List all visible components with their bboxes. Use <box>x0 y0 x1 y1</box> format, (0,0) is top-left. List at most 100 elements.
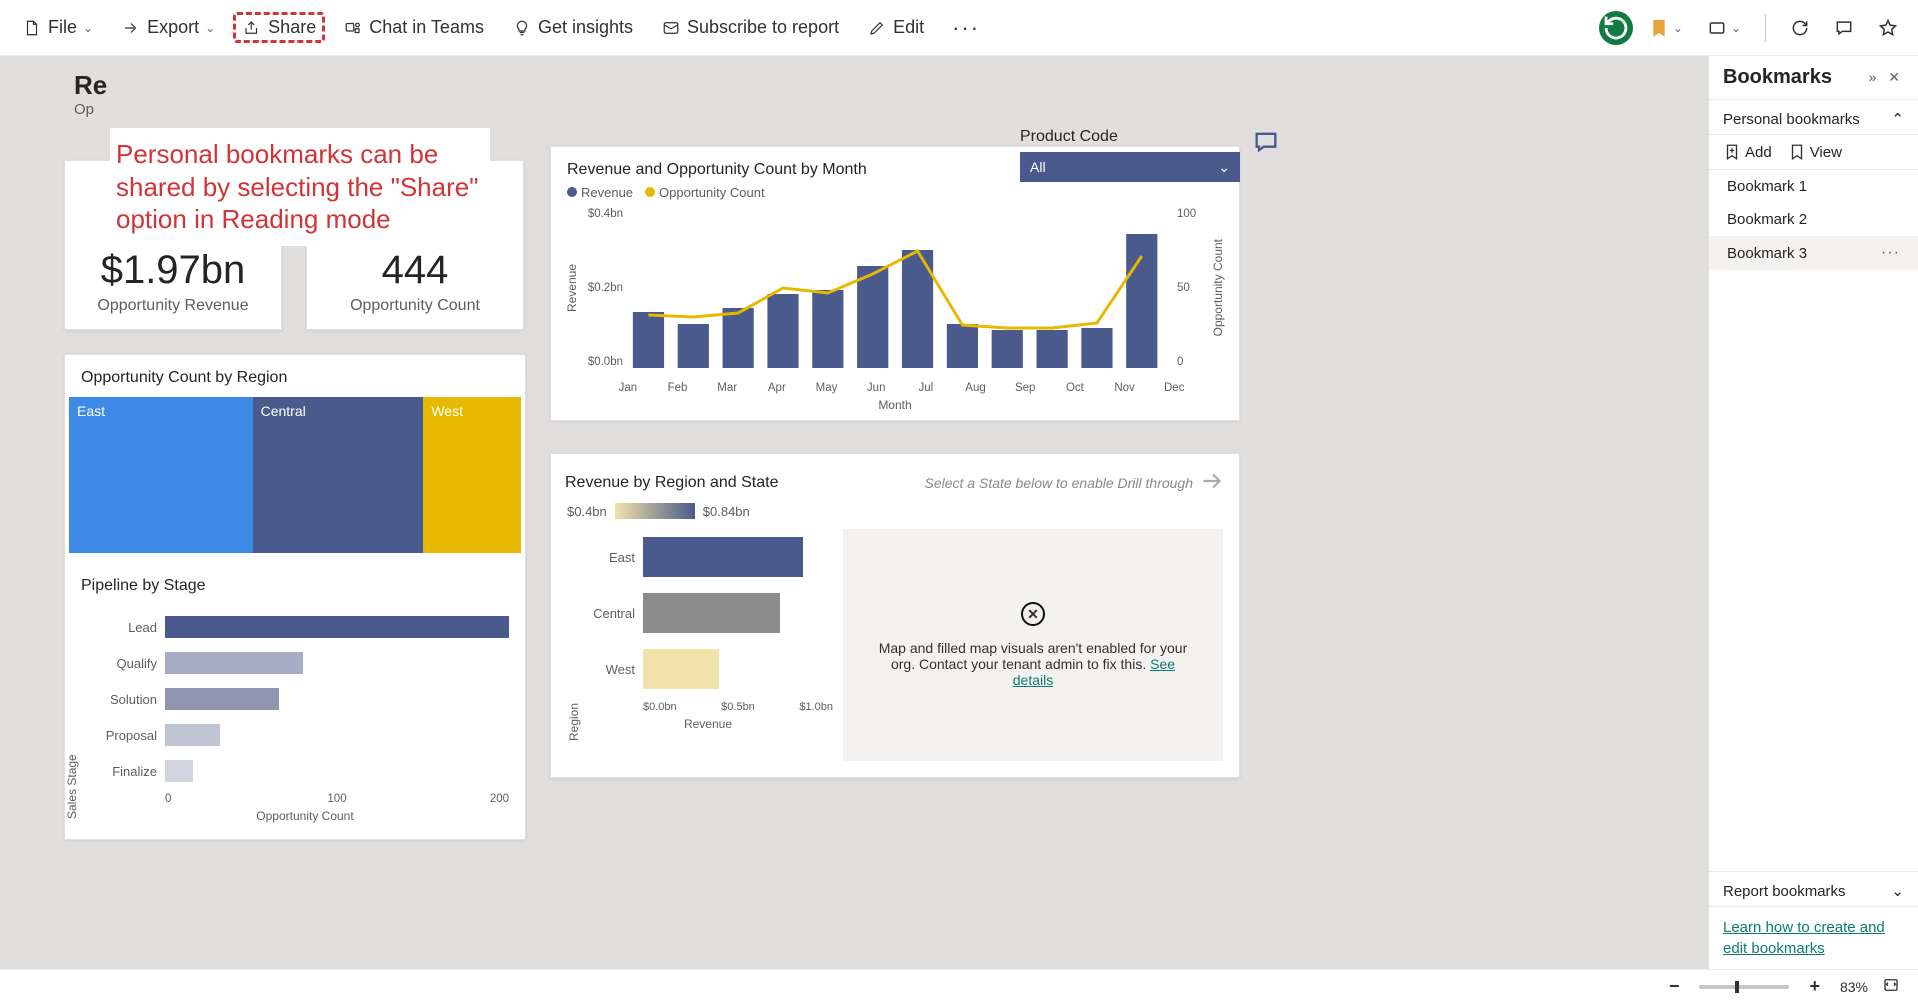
bar-label: Finalize <box>101 764 157 779</box>
axis-tick: $0.5bn <box>706 701 769 713</box>
treemap-cell-east[interactable]: East <box>69 397 253 553</box>
slicer-product-code: Product Code All ⌄ <box>1020 128 1240 182</box>
zoom-slider[interactable] <box>1699 985 1789 989</box>
axis-tick: $0.0bn <box>579 356 623 368</box>
subscribe-button[interactable]: Subscribe to report <box>651 11 849 44</box>
axis-tick: Feb <box>653 382 703 394</box>
treemap-cell-west[interactable]: West <box>423 397 521 553</box>
legend-dot-revenue <box>567 187 577 197</box>
bar-label: Proposal <box>101 728 157 743</box>
file-label: File <box>48 17 77 38</box>
insights-label: Get insights <box>538 17 633 38</box>
axis-tick: 50 <box>1177 282 1211 294</box>
slicer-value: All <box>1030 159 1218 175</box>
zoom-level: 83% <box>1840 979 1868 995</box>
report-canvas-area[interactable]: Personal bookmarks can be shared by sele… <box>0 56 1708 969</box>
zoom-thumb[interactable] <box>1735 981 1739 993</box>
zoom-out-button[interactable]: − <box>1663 976 1686 997</box>
slicer-dropdown[interactable]: All ⌄ <box>1020 152 1240 182</box>
page-subtitle: Op <box>74 101 526 118</box>
axis-tick: 0 <box>1177 356 1211 368</box>
bar-fill[interactable] <box>165 688 279 710</box>
subscribe-label: Subscribe to report <box>687 17 839 38</box>
bookmark-view-icon <box>1788 143 1806 161</box>
y-axis-title: Sales Stage <box>65 601 85 839</box>
y-axis-title: Region <box>567 529 583 761</box>
share-button[interactable]: Share <box>233 12 325 43</box>
x-axis-title: Revenue <box>583 717 833 731</box>
axis-tick: Aug <box>951 382 1001 394</box>
refresh-button[interactable] <box>1782 12 1818 44</box>
edit-button[interactable]: Edit <box>857 11 934 44</box>
close-pane-button[interactable]: ✕ <box>1884 69 1904 85</box>
status-bar: − + 83% <box>0 969 1918 1003</box>
bookmarks-help-link[interactable]: Learn how to create and edit bookmarks <box>1723 919 1885 957</box>
bookmark-item[interactable]: Bookmark 2 <box>1709 203 1918 236</box>
bar-fill[interactable] <box>643 649 719 689</box>
map-error-text: Map and filled map visuals aren't enable… <box>879 640 1188 672</box>
y2-axis-title: Opportunity Count <box>1211 239 1225 336</box>
chevron-down-icon: ⌄ <box>1673 21 1683 35</box>
axis-tick: Jun <box>851 382 901 394</box>
drill-hint: Select a State below to enable Drill thr… <box>925 475 1194 491</box>
region-state-visual[interactable]: Revenue by Region and State Select a Sta… <box>550 453 1240 778</box>
report-bookmarks-section[interactable]: Report bookmarks ⌄ <box>1709 872 1918 906</box>
bookmark-item[interactable]: Bookmark 3··· <box>1709 236 1918 270</box>
export-icon <box>121 18 141 38</box>
favorite-button[interactable] <box>1870 12 1906 44</box>
x-axis-title: Month <box>551 398 1239 412</box>
command-bar: File ⌄ Export ⌄ Share Chat in Teams <box>0 0 1918 56</box>
chevron-down-icon: ⌄ <box>1731 21 1741 35</box>
axis-tick: May <box>802 382 852 394</box>
section-label: Report bookmarks <box>1723 883 1891 900</box>
export-menu[interactable]: Export ⌄ <box>111 11 225 44</box>
chevron-down-icon: ⌄ <box>83 21 93 35</box>
x-axis-title: Opportunity Count <box>101 809 509 823</box>
treemap-cell-central[interactable]: Central <box>253 397 424 553</box>
bar-fill[interactable] <box>643 593 780 633</box>
legend-label: Opportunity Count <box>659 185 765 200</box>
combo-plot-area[interactable] <box>627 208 1173 368</box>
bar-fill[interactable] <box>165 760 193 782</box>
combo-chart-visual[interactable]: Revenue and Opportunity Count by Month R… <box>550 146 1240 421</box>
more-menu[interactable]: ··· <box>942 9 990 47</box>
view-mode-button[interactable]: ⌄ <box>1699 12 1749 44</box>
bar-fill[interactable] <box>165 652 303 674</box>
expand-pane-button[interactable]: » <box>1865 69 1881 85</box>
bar-label: Lead <box>101 620 157 635</box>
file-menu[interactable]: File ⌄ <box>12 11 103 44</box>
axis-tick: Dec <box>1149 382 1199 394</box>
chat-teams-button[interactable]: Chat in Teams <box>333 11 494 44</box>
share-icon <box>242 18 262 38</box>
kpi-value: $1.97bn <box>101 248 246 293</box>
chevron-down-icon: ⌄ <box>1891 882 1904 900</box>
bookmark-add-button[interactable]: Add <box>1723 143 1772 161</box>
bookmark-add-icon <box>1723 143 1741 161</box>
bar-label: Central <box>583 606 635 621</box>
bookmark-name: Bookmark 2 <box>1727 211 1900 228</box>
reset-button[interactable] <box>1599 11 1633 45</box>
bookmark-toggle-button[interactable]: ⌄ <box>1641 12 1691 44</box>
bar-fill[interactable] <box>165 724 220 746</box>
more-icon[interactable]: ··· <box>1881 244 1900 262</box>
comment-button[interactable] <box>1826 12 1862 44</box>
y-axis-title: Revenue <box>565 264 579 312</box>
bar-label: Solution <box>101 692 157 707</box>
insights-button[interactable]: Get insights <box>502 11 643 44</box>
zoom-in-button[interactable]: + <box>1803 976 1826 997</box>
comment-icon[interactable] <box>1252 128 1280 159</box>
personal-bookmarks-section[interactable]: Personal bookmarks ⌃ <box>1709 99 1918 134</box>
axis-tick: 100 <box>1177 208 1211 220</box>
axis-tick: Nov <box>1100 382 1150 394</box>
axis-tick: Jan <box>603 382 653 394</box>
chevron-down-icon: ⌄ <box>205 21 215 35</box>
bar-fill[interactable] <box>643 537 803 577</box>
bookmark-item[interactable]: Bookmark 1 <box>1709 170 1918 203</box>
treemap-visual[interactable]: Opportunity Count by Region East Central… <box>64 354 526 840</box>
fit-to-page-button[interactable] <box>1882 976 1900 997</box>
lightbulb-icon <box>512 18 532 38</box>
kpi-value: 444 <box>382 248 449 293</box>
bar-fill[interactable] <box>165 616 509 638</box>
bookmark-view-button[interactable]: View <box>1788 143 1842 161</box>
kpi-label: Opportunity Revenue <box>97 297 248 315</box>
